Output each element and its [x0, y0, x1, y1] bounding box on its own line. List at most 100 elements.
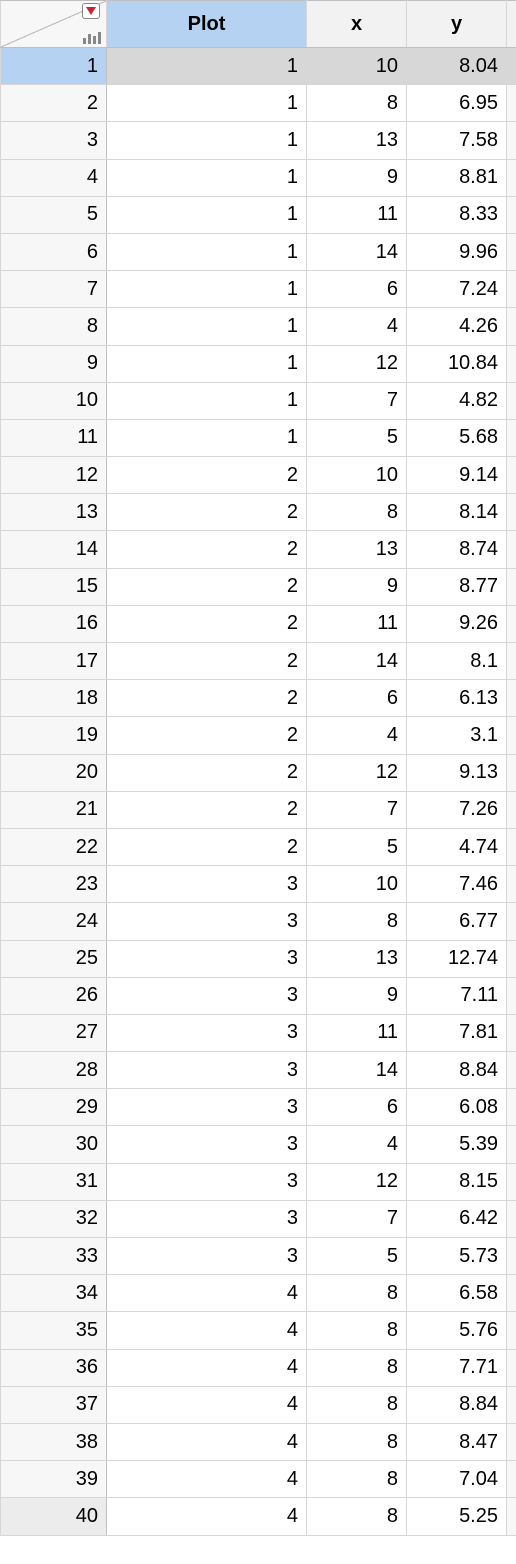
cell-y[interactable]: 7.24: [407, 271, 507, 308]
cell-x[interactable]: 8: [307, 1275, 407, 1312]
cell-plot[interactable]: 2: [107, 605, 307, 642]
cell-plot[interactable]: 3: [107, 903, 307, 940]
table-row[interactable]: 31137.58: [1, 122, 516, 159]
table-row[interactable]: 21277.26: [1, 791, 516, 828]
cell-x[interactable]: 7: [307, 1200, 407, 1237]
cell-x[interactable]: 8: [307, 85, 407, 122]
cell-plot[interactable]: 3: [107, 1126, 307, 1163]
cell-x[interactable]: 8: [307, 1312, 407, 1349]
cell-x[interactable]: 5: [307, 828, 407, 865]
cell-x[interactable]: 14: [307, 233, 407, 270]
cell-y[interactable]: 8.84: [407, 1052, 507, 1089]
cell-y[interactable]: 5.76: [407, 1312, 507, 1349]
table-row[interactable]: 162119.26: [1, 605, 516, 642]
cell-plot[interactable]: 3: [107, 977, 307, 1014]
cell-x[interactable]: 5: [307, 1238, 407, 1275]
cell-y[interactable]: 9.26: [407, 605, 507, 642]
row-number[interactable]: 20: [1, 754, 107, 791]
cell-x[interactable]: 9: [307, 159, 407, 196]
cell-plot[interactable]: 1: [107, 233, 307, 270]
cell-plot[interactable]: 1: [107, 345, 307, 382]
cell-plot[interactable]: 3: [107, 1200, 307, 1237]
cell-y[interactable]: 8.04: [407, 48, 507, 85]
table-row[interactable]: 10174.82: [1, 382, 516, 419]
cell-y[interactable]: 8.1: [407, 643, 507, 680]
data-table[interactable]: Plot x y 11108.042186.9531137.584198.815…: [0, 0, 516, 1536]
cell-plot[interactable]: 1: [107, 122, 307, 159]
table-row[interactable]: 35485.76: [1, 1312, 516, 1349]
column-header-x[interactable]: x: [307, 1, 407, 48]
table-row[interactable]: 15298.77: [1, 568, 516, 605]
cell-x[interactable]: 7: [307, 791, 407, 828]
column-chart-icon[interactable]: [83, 30, 101, 44]
cell-y[interactable]: 8.77: [407, 568, 507, 605]
cell-x[interactable]: 11: [307, 1014, 407, 1051]
cell-plot[interactable]: 2: [107, 754, 307, 791]
table-row[interactable]: 32376.42: [1, 1200, 516, 1237]
row-number[interactable]: 33: [1, 1238, 107, 1275]
table-row[interactable]: 142138.74: [1, 531, 516, 568]
row-number[interactable]: 19: [1, 717, 107, 754]
cell-x[interactable]: 12: [307, 345, 407, 382]
cell-plot[interactable]: 4: [107, 1423, 307, 1460]
cell-plot[interactable]: 1: [107, 271, 307, 308]
cell-x[interactable]: 4: [307, 717, 407, 754]
cell-x[interactable]: 8: [307, 1461, 407, 1498]
table-row[interactable]: 2531312.74: [1, 940, 516, 977]
cell-y[interactable]: 8.14: [407, 494, 507, 531]
cell-x[interactable]: 9: [307, 568, 407, 605]
cell-x[interactable]: 8: [307, 1423, 407, 1460]
cell-y[interactable]: 9.96: [407, 233, 507, 270]
cell-y[interactable]: 6.95: [407, 85, 507, 122]
table-row[interactable]: 273117.81: [1, 1014, 516, 1051]
cell-x[interactable]: 8: [307, 903, 407, 940]
cell-plot[interactable]: 3: [107, 1014, 307, 1051]
row-number[interactable]: 2: [1, 85, 107, 122]
cell-plot[interactable]: 1: [107, 382, 307, 419]
cell-x[interactable]: 8: [307, 1386, 407, 1423]
corner-cell[interactable]: [1, 1, 107, 48]
row-number[interactable]: 24: [1, 903, 107, 940]
cell-plot[interactable]: 4: [107, 1349, 307, 1386]
cell-x[interactable]: 12: [307, 754, 407, 791]
cell-y[interactable]: 6.58: [407, 1275, 507, 1312]
cell-plot[interactable]: 1: [107, 48, 307, 85]
row-number[interactable]: 36: [1, 1349, 107, 1386]
row-number[interactable]: 3: [1, 122, 107, 159]
cell-plot[interactable]: 2: [107, 568, 307, 605]
cell-x[interactable]: 8: [307, 1498, 407, 1535]
cell-plot[interactable]: 3: [107, 1052, 307, 1089]
cell-y[interactable]: 8.74: [407, 531, 507, 568]
cell-y[interactable]: 3.1: [407, 717, 507, 754]
row-number[interactable]: 16: [1, 605, 107, 642]
cell-y[interactable]: 7.71: [407, 1349, 507, 1386]
dropdown-menu-icon[interactable]: [82, 3, 100, 19]
cell-plot[interactable]: 3: [107, 1089, 307, 1126]
row-number[interactable]: 8: [1, 308, 107, 345]
cell-x[interactable]: 5: [307, 419, 407, 456]
cell-y[interactable]: 7.81: [407, 1014, 507, 1051]
table-row[interactable]: 51118.33: [1, 196, 516, 233]
table-row[interactable]: 34486.58: [1, 1275, 516, 1312]
cell-x[interactable]: 8: [307, 1349, 407, 1386]
cell-y[interactable]: 7.04: [407, 1461, 507, 1498]
cell-y[interactable]: 5.73: [407, 1238, 507, 1275]
cell-plot[interactable]: 2: [107, 494, 307, 531]
cell-plot[interactable]: 2: [107, 828, 307, 865]
cell-x[interactable]: 10: [307, 866, 407, 903]
cell-plot[interactable]: 3: [107, 1238, 307, 1275]
cell-y[interactable]: 4.74: [407, 828, 507, 865]
column-header-y[interactable]: y: [407, 1, 507, 48]
cell-x[interactable]: 10: [307, 48, 407, 85]
table-row[interactable]: 38488.47: [1, 1423, 516, 1460]
cell-plot[interactable]: 2: [107, 643, 307, 680]
cell-y[interactable]: 5.68: [407, 419, 507, 456]
table-row[interactable]: 122109.14: [1, 457, 516, 494]
row-number[interactable]: 11: [1, 419, 107, 456]
cell-plot[interactable]: 1: [107, 196, 307, 233]
row-number[interactable]: 30: [1, 1126, 107, 1163]
cell-plot[interactable]: 1: [107, 159, 307, 196]
row-number[interactable]: 13: [1, 494, 107, 531]
cell-x[interactable]: 8: [307, 494, 407, 531]
row-number[interactable]: 31: [1, 1163, 107, 1200]
